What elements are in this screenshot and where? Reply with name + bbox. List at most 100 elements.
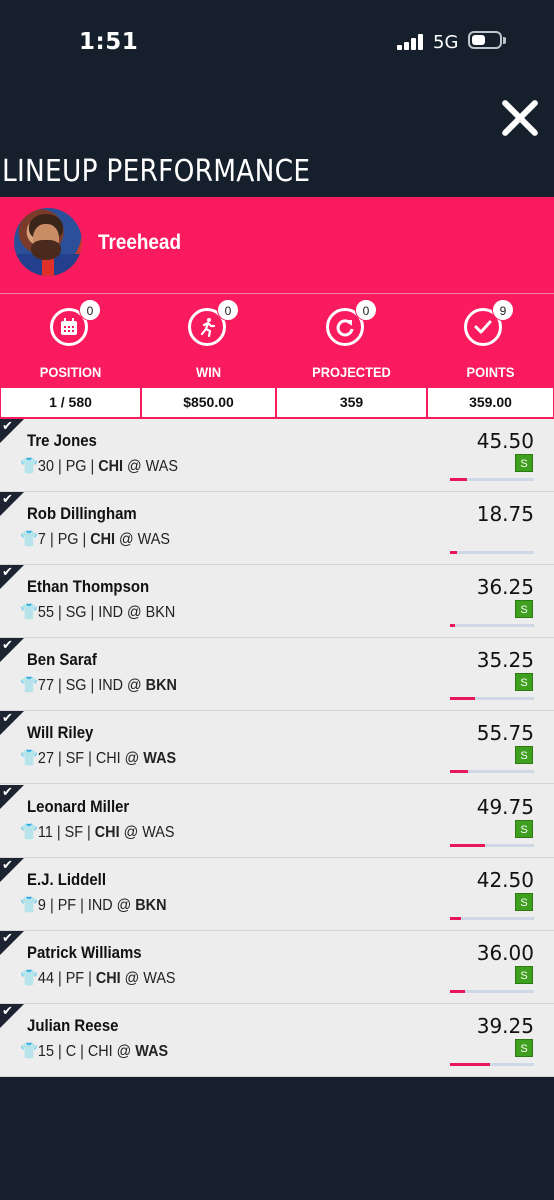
matchup-separator: @ [123,458,146,475]
stat-value: 359.00 [428,388,553,417]
player-row[interactable]: ✔ Patrick Williams 👕44 | PF | CHI @ WAS 36.… [0,930,554,1004]
player-info: 👕11 | SF | CHI @ WAS [20,823,175,841]
progress-fill [450,770,469,774]
close-button[interactable] [498,96,542,140]
player-row[interactable]: ✔ Ben Saraf 👕77 | SG | IND @ BKN 35.25 S [0,638,554,712]
stat-value: $850.00 [142,388,275,417]
player-team: CHI [95,750,121,768]
check-icon: ✔ [2,419,13,434]
jersey-number: 11 [37,823,53,841]
player-info: 👕44 | PF | CHI @ WAS [20,969,176,987]
player-name: E.J. Liddell [27,869,106,889]
avatar [14,208,82,276]
jersey-number: 44 [37,969,54,987]
stat-icons-row: 0 0 0 9 [0,293,554,358]
progress-bar [450,478,534,481]
signal-icon [397,34,425,50]
player-info: 👕77 | SG | IND @ BKN [20,677,177,695]
matchup-separator: @ [115,531,138,549]
player-opponent: WAS [143,969,176,987]
player-points: 36.00 [476,940,534,965]
check-icon: ✔ [2,1003,13,1019]
player-position: PF [65,969,85,987]
matchup-separator: @ [112,1042,136,1060]
battery-icon [468,31,502,49]
player-points: 18.75 [476,502,534,527]
player-position: SF [65,750,85,768]
progress-bar [450,989,534,993]
team-name: Treehead [98,231,181,254]
player-row[interactable]: ✔ Tre Jones 👕30 | PG | CHI @ WAS 45.50 S [0,419,554,492]
matchup-separator: @ [112,896,136,914]
player-points: 35.25 [476,648,534,673]
running-badge: 0 [217,299,239,321]
matchup-separator: @ [120,969,144,987]
player-row[interactable]: ✔ Leonard Miller 👕11 | SF | CHI @ WAS 49.75… [0,784,554,858]
player-info: 👕55 | SG | IND @ BKN [20,604,176,622]
progress-fill [450,916,461,920]
jersey-icon: 👕 [20,969,38,987]
jersey-icon: 👕 [20,823,38,841]
stats-table: POSITION 1 / 580 WIN $850.00 PROJECTED 3… [0,357,554,419]
player-name: Ben Saraf [27,650,97,670]
player-team: CHI [98,458,124,475]
player-position: PF [57,896,77,914]
progress-bar [450,916,534,920]
player-row[interactable]: ✔ E.J. Liddell 👕9 | PF | IND @ BKN 42.50 S [0,857,554,931]
player-position: SG [65,677,87,695]
progress-bar [450,697,534,701]
progress-fill [450,624,456,628]
player-row[interactable]: ✔ Will Riley 👕27 | SF | CHI @ WAS 55.75 S [0,711,554,785]
check-icon: ✔ [2,784,13,800]
stat-points: POINTS 359.00 [427,357,554,419]
player-position: PG [65,458,87,475]
matchup-separator: @ [123,604,146,622]
player-row[interactable]: ✔ Rob Dillingham 👕7 | PG | CHI @ WAS 18.75 [0,492,554,566]
player-row[interactable]: ✔ Ethan Thompson 👕55 | SG | IND @ BKN 36.25… [0,565,554,639]
starter-badge: S [515,965,533,984]
player-opponent: BKN [145,677,177,695]
player-list: ✔ Tre Jones 👕30 | PG | CHI @ WAS 45.50 S ✔ Rob… [0,419,554,1077]
player-row[interactable]: ✔ Julian Reese 👕15 | C | CHI @ WAS 39.25 S [0,1003,554,1077]
jersey-number: 30 [37,458,54,475]
progress-bar [450,770,534,774]
jersey-number: 15 [37,1042,54,1060]
player-name: Tre Jones [27,431,97,450]
stat-label: POINTS [433,358,548,387]
stat-label: WIN [147,358,270,387]
progress-fill [450,697,476,701]
stat-position: POSITION 1 / 580 [0,357,141,419]
stat-label: POSITION [6,358,135,387]
progress-fill [450,478,467,481]
progress-bar [450,1062,534,1066]
checkmark-badge: 9 [492,299,514,321]
player-info: 👕15 | C | CHI @ WAS [20,1042,169,1060]
starter-badge: S [515,673,533,692]
player-points: 39.25 [476,1013,534,1038]
player-points: 45.50 [476,429,534,453]
player-info: 👕30 | PG | CHI @ WAS [20,458,178,475]
starter-badge: S [515,1038,533,1057]
player-position: PG [57,531,79,549]
refresh-badge: 0 [355,299,377,321]
progress-fill [450,1062,491,1066]
progress-bar [450,551,534,555]
player-opponent: BKN [145,604,176,622]
player-opponent: WAS [137,531,170,549]
matchup-separator: @ [123,677,146,695]
jersey-icon: 👕 [20,677,38,695]
check-icon: ✔ [2,638,13,654]
player-opponent: WAS [142,823,175,841]
battery-tip [503,37,506,44]
jersey-icon: 👕 [20,896,38,914]
progress-bar [450,624,534,628]
player-name: Leonard Miller [27,796,130,816]
entry-header: Treehead [0,197,554,293]
player-opponent: WAS [135,1042,169,1060]
player-position: SF [64,823,84,841]
player-team: CHI [95,969,121,987]
player-name: Rob Dillingham [27,504,137,524]
network-label: 5G [433,32,459,53]
status-time: 1:51 [79,29,139,55]
jersey-number: 77 [37,677,54,695]
